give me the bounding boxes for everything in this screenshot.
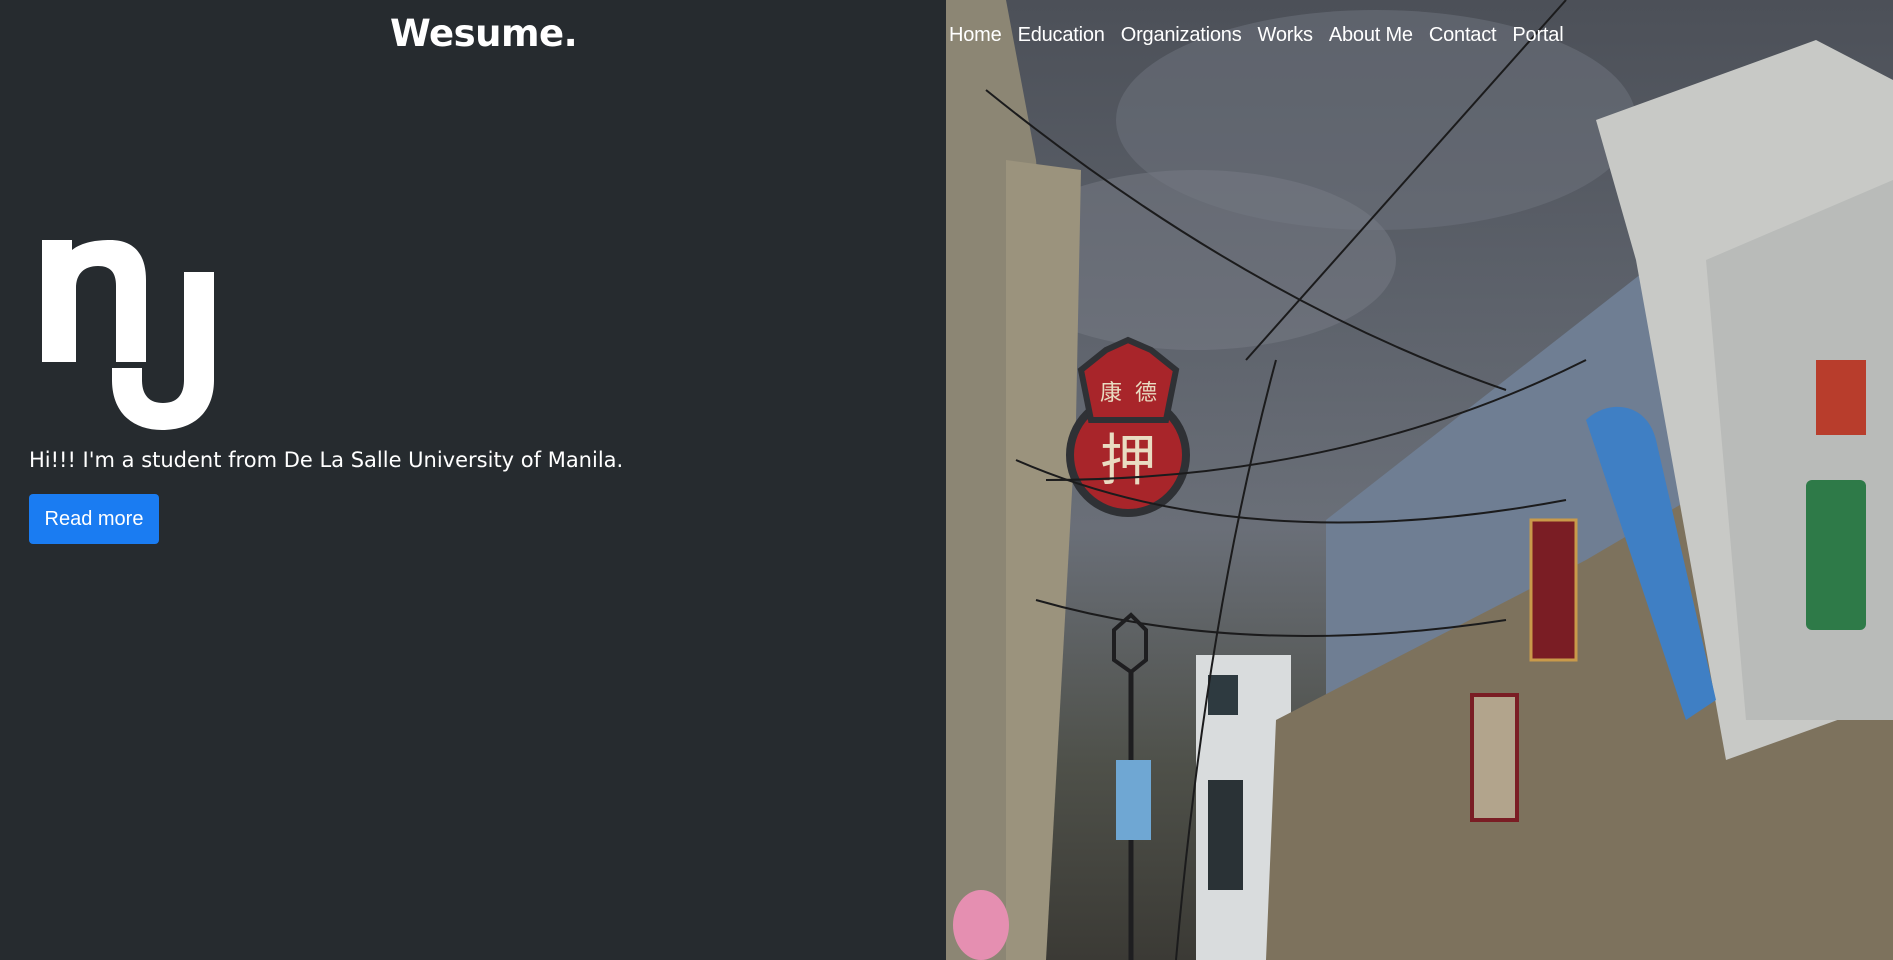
nav-about-me-link[interactable]: About Me	[1329, 24, 1413, 47]
nav-contact-link[interactable]: Contact	[1429, 24, 1497, 47]
nav-home-link[interactable]: Home	[949, 24, 1002, 47]
sign-text: 押	[1100, 429, 1156, 494]
nav-portal-link[interactable]: Portal	[1512, 24, 1563, 47]
hero-photo: 押 康 德	[946, 0, 1893, 960]
sign-text: 德	[1135, 381, 1157, 406]
read-more-button[interactable]: Read more	[29, 494, 159, 544]
nj-logo-icon	[42, 240, 214, 430]
nav-organizations-link[interactable]: Organizations	[1121, 24, 1242, 47]
main-nav: Home Education Organizations Works About…	[949, 24, 1564, 47]
brand-logo-text[interactable]: Wesume.	[390, 12, 578, 55]
left-panel: Wesume. Hi!!! I'm a student from De La S…	[0, 0, 946, 960]
nav-works-link[interactable]: Works	[1258, 24, 1314, 47]
intro-text: Hi!!! I'm a student from De La Salle Uni…	[29, 448, 624, 472]
street-photo-image: 押 康 德	[946, 0, 1893, 960]
sign-text: 康	[1100, 381, 1122, 406]
nav-education-link[interactable]: Education	[1018, 24, 1105, 47]
